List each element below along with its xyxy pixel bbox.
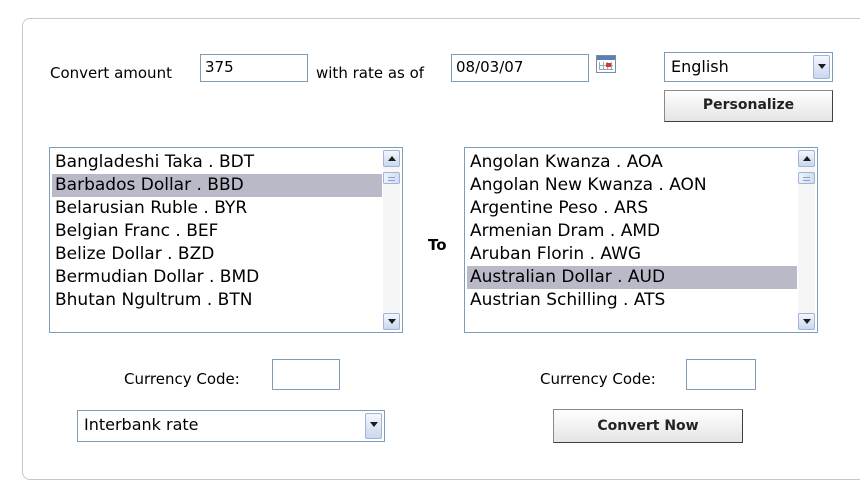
from-currency-list[interactable]: Bangladeshi Taka . BDT Barbados Dollar . … xyxy=(49,147,403,333)
to-currency-list-item[interactable]: Aruban Florin . AWG xyxy=(467,243,797,266)
to-currency-list-item[interactable]: Australian Dollar . AUD xyxy=(467,266,797,289)
from-currency-list-item[interactable]: Belgian Franc . BEF xyxy=(52,220,382,243)
rate-type-select[interactable]: Interbank rate xyxy=(77,410,385,442)
from-currency-list-item[interactable]: Bangladeshi Taka . BDT xyxy=(52,151,382,174)
chevron-down-icon[interactable] xyxy=(813,55,830,79)
chevron-up-icon[interactable] xyxy=(383,150,400,167)
from-currency-list-item[interactable]: Bermudian Dollar . BMD xyxy=(52,266,382,289)
from-currency-list-item[interactable]: Bhutan Ngultrum . BTN xyxy=(52,289,382,312)
date-input[interactable]: 08/03/07 xyxy=(451,54,589,82)
to-currency-list-item[interactable]: Angolan Kwanza . AOA xyxy=(467,151,797,174)
language-select-value: English xyxy=(671,57,729,76)
rate-type-select-value: Interbank rate xyxy=(84,415,199,434)
language-select[interactable]: English xyxy=(664,52,833,82)
amount-input[interactable]: 375 xyxy=(200,54,308,82)
from-currency-code-label: Currency Code: xyxy=(124,370,240,388)
to-currency-list-item[interactable]: Angolan New Kwanza . AON xyxy=(467,174,797,197)
from-currency-list-item[interactable]: Belarusian Ruble . BYR xyxy=(52,197,382,220)
to-currency-items: Angolan Kwanza . AOA Angolan New Kwanza .… xyxy=(467,151,797,312)
to-label: To xyxy=(428,236,447,254)
to-currency-code-input[interactable] xyxy=(686,359,756,390)
calendar-icon[interactable] xyxy=(596,55,616,73)
to-currency-list[interactable]: Angolan Kwanza . AOA Angolan New Kwanza .… xyxy=(464,147,818,333)
from-currency-list-item[interactable]: Barbados Dollar . BBD xyxy=(52,174,382,197)
convert-now-button[interactable]: Convert Now xyxy=(553,409,743,443)
scrollbar-thumb[interactable] xyxy=(383,172,400,184)
to-list-scrollbar[interactable] xyxy=(798,150,815,330)
to-currency-list-item[interactable]: Austrian Schilling . ATS xyxy=(467,289,797,312)
to-currency-list-item[interactable]: Armenian Dram . AMD xyxy=(467,220,797,243)
convert-amount-label: Convert amount xyxy=(50,64,172,82)
from-currency-list-item[interactable]: Belize Dollar . BZD xyxy=(52,243,382,266)
from-currency-items: Bangladeshi Taka . BDT Barbados Dollar . … xyxy=(52,151,382,312)
chevron-down-icon[interactable] xyxy=(798,313,815,330)
chevron-up-icon[interactable] xyxy=(798,150,815,167)
from-currency-code-input[interactable] xyxy=(272,359,340,390)
from-list-scrollbar[interactable] xyxy=(383,150,400,330)
personalize-button[interactable]: Personalize xyxy=(664,90,833,122)
chevron-down-icon[interactable] xyxy=(383,313,400,330)
to-currency-list-item[interactable]: Argentine Peso . ARS xyxy=(467,197,797,220)
to-currency-code-label: Currency Code: xyxy=(540,370,656,388)
rate-as-of-label: with rate as of xyxy=(316,64,425,82)
chevron-down-icon[interactable] xyxy=(365,413,382,439)
scrollbar-thumb[interactable] xyxy=(798,172,815,184)
